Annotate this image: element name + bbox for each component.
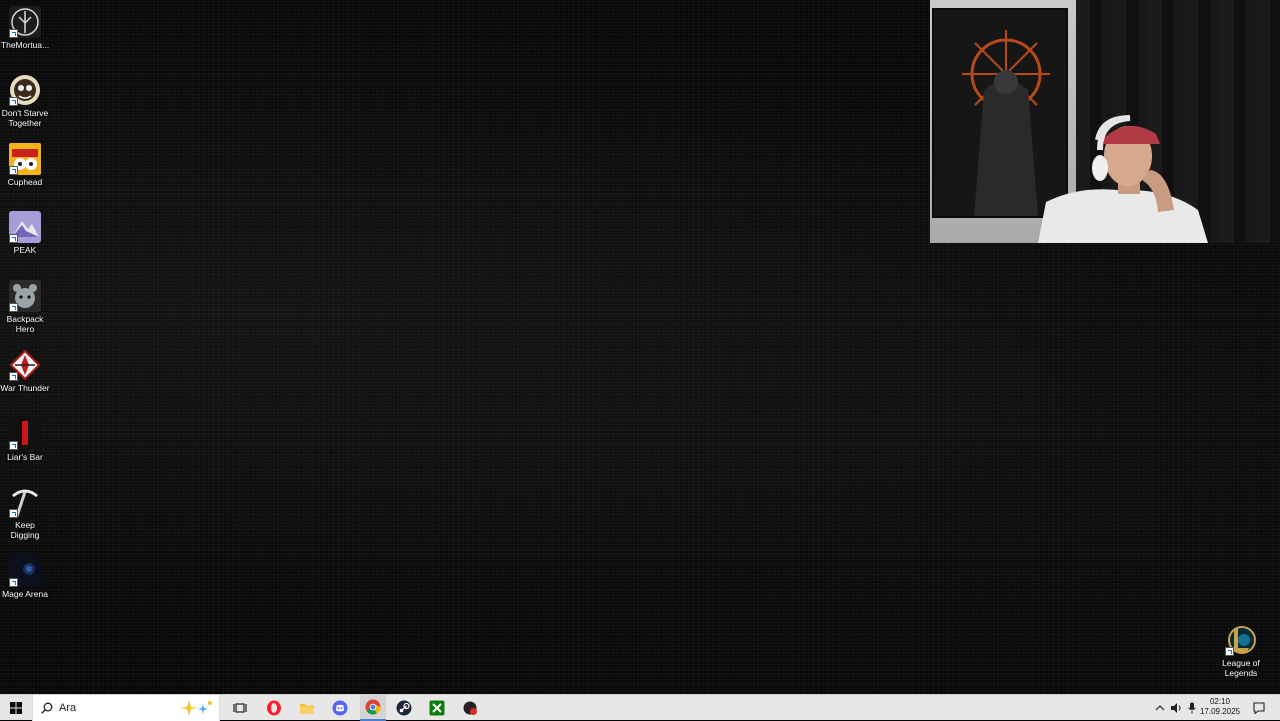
steam-icon [396, 700, 412, 716]
game-app-icon [463, 701, 477, 715]
desktop-icon-label: Keep Digging [10, 520, 40, 540]
taskbar-app-file-explorer[interactable] [295, 695, 319, 721]
desktop-icon-dont-starve[interactable]: Don't Starve Together [0, 74, 50, 128]
taskbar-app-xbox[interactable] [425, 695, 449, 721]
task-view-button[interactable] [228, 695, 252, 721]
taskbar-search-box[interactable]: Ara [32, 695, 220, 721]
desktop-icon-cuphead[interactable]: Cuphead [0, 143, 50, 187]
desktop-icon-label: Cuphead [7, 177, 43, 187]
desktop-background: TheMortua... Don't Starve Together Cuphe… [0, 0, 1280, 694]
opera-icon [267, 700, 281, 716]
start-button[interactable] [0, 695, 32, 721]
liars-bar-icon [9, 418, 41, 450]
tray-volume-button[interactable] [1168, 695, 1184, 721]
search-highlight-icon [180, 700, 212, 716]
search-placeholder: Ara [59, 702, 77, 714]
dont-starve-together-icon [9, 74, 41, 106]
mortuary-assistant-icon [9, 6, 41, 38]
backpack-hero-icon [9, 280, 41, 312]
webcam-overlay [930, 0, 1280, 243]
webcam-person [1038, 110, 1208, 243]
desktop-icon-label: War Thunder [0, 383, 50, 393]
league-of-legends-icon [1225, 624, 1257, 656]
chevron-up-icon [1155, 705, 1165, 711]
task-view-icon [233, 703, 247, 713]
xbox-icon [429, 700, 445, 716]
desktop-icon-label: Backpack Hero [6, 314, 44, 334]
taskbar-app-opera[interactable] [262, 695, 286, 721]
desktop-icon-peak[interactable]: PEAK [0, 211, 50, 255]
peak-icon [9, 211, 41, 243]
clock-date: 17.09.2025 [1199, 707, 1240, 716]
file-explorer-icon [300, 704, 314, 714]
discord-icon [332, 700, 348, 716]
cuphead-icon [9, 143, 41, 175]
microphone-icon [1188, 702, 1196, 714]
taskbar-app-chrome[interactable] [360, 695, 386, 721]
desktop-icon-label: Liar's Bar [7, 452, 43, 462]
tray-overflow-button[interactable] [1152, 695, 1168, 721]
desktop-icon-label: TheMortua... [0, 40, 50, 50]
tray-microphone-button[interactable] [1184, 695, 1200, 721]
desktop-icon-label: League of Legends [1222, 658, 1260, 678]
search-icon [41, 702, 53, 714]
taskbar-app-discord[interactable] [328, 695, 352, 721]
mage-arena-icon [9, 555, 41, 587]
speaker-icon [1171, 703, 1181, 713]
taskbar-app-steam[interactable] [392, 695, 416, 721]
desktop-icon-mage-arena[interactable]: Mage Arena [0, 555, 50, 599]
war-thunder-icon [9, 349, 41, 381]
notification-center-button[interactable] [1248, 695, 1270, 721]
desktop-icon-label: PEAK [13, 245, 37, 255]
taskbar: Ara 02:10 17.09.2025 [0, 694, 1280, 721]
desktop-icon-league-of-legends[interactable]: League of Legends [1216, 624, 1266, 678]
notification-icon [1253, 702, 1265, 714]
taskbar-app-game[interactable] [458, 695, 482, 721]
desktop-icon-label: Mage Arena [2, 589, 48, 599]
desktop-icon-war-thunder[interactable]: War Thunder [0, 349, 50, 393]
windows-logo-icon [10, 702, 22, 714]
desktop-icon-liars-bar[interactable]: Liar's Bar [0, 418, 50, 462]
taskbar-clock[interactable]: 02:10 17.09.2025 [1200, 697, 1240, 717]
desktop-icon-mortuary[interactable]: TheMortua... [0, 6, 50, 50]
keep-digging-icon [9, 486, 41, 518]
desktop-icon-keep-digging[interactable]: Keep Digging [0, 486, 50, 540]
clock-time: 02:10 [1209, 697, 1230, 706]
chrome-icon [365, 699, 381, 715]
desktop-icon-backpack-hero[interactable]: Backpack Hero [0, 280, 50, 334]
desktop-icon-label: Don't Starve Together [1, 108, 49, 128]
